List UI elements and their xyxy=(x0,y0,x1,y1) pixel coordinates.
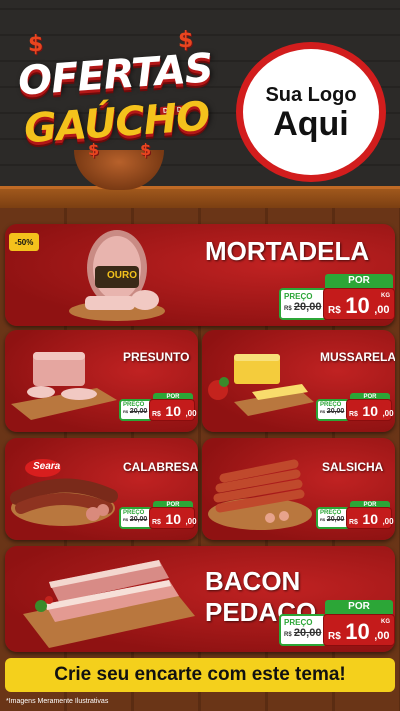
price-new: R$ 10 ,00 xyxy=(149,399,197,421)
unit-label: KG xyxy=(381,619,390,625)
presunto-image xyxy=(11,352,117,420)
dollar-sign-icon: $ xyxy=(140,140,152,159)
old-currency: R$ xyxy=(284,306,292,312)
price-por-label: POR xyxy=(325,600,393,614)
price-integer: 10 xyxy=(362,511,378,527)
bacon-image xyxy=(23,560,195,648)
cta-banner[interactable]: Crie seu encarte com este tema! xyxy=(5,658,395,692)
product-card-bacon[interactable]: BACON PEDAÇO POR PREÇO R$ 20,00 R$ 10 ,0… xyxy=(5,546,395,652)
price-decimal: ,00 xyxy=(185,517,197,526)
price-integer: 10 xyxy=(165,403,181,419)
price-new: R$ 10 ,00 xyxy=(149,507,197,529)
brand-label: OURO xyxy=(107,270,137,281)
price-label: PREÇO xyxy=(284,292,313,301)
old-price: 20,00 xyxy=(293,301,322,313)
price-new: R$ 10 ,00 KG xyxy=(323,288,395,320)
product-card-mortadela[interactable]: OURO MORTADELA POR PREÇO R$ 20,00 R$ 10 … xyxy=(5,224,395,326)
product-card-presunto[interactable]: PRESUNTO POR PREÇO R$ 20,00 R$ 10 ,00 xyxy=(5,330,198,432)
old-price: 20,00 xyxy=(326,408,345,415)
price-integer: 10 xyxy=(165,511,181,527)
product-card-mussarela[interactable]: MUSSARELA POR PREÇO R$ 20,00 R$ 10 ,00 xyxy=(202,330,395,432)
currency-label: R$ xyxy=(349,519,358,526)
wood-shelf xyxy=(0,186,400,208)
product-card-salsicha[interactable]: SALSICHA POR PREÇO R$ 20,00 R$ 10 ,00 xyxy=(202,438,395,540)
old-currency: R$ xyxy=(320,409,326,414)
currency-label: R$ xyxy=(152,411,161,418)
old-price: 20,00 xyxy=(129,408,148,415)
product-name: PRESUNTO xyxy=(123,350,190,364)
logo-placeholder[interactable]: Sua Logo Aqui xyxy=(236,42,386,182)
currency-label: R$ xyxy=(349,411,358,418)
dollar-sign-icon: $ xyxy=(88,140,100,159)
price-decimal: ,00 xyxy=(382,517,394,526)
price-integer: 10 xyxy=(345,293,370,318)
currency-label: R$ xyxy=(328,631,341,642)
dollar-sign-icon: $ xyxy=(28,32,44,57)
product-name: SALSICHA xyxy=(322,460,384,474)
calabresa-image xyxy=(10,459,118,526)
price-decimal: ,00 xyxy=(374,630,390,642)
price-new: R$ 10 ,00 xyxy=(346,507,394,529)
currency-label: R$ xyxy=(152,519,161,526)
mussarela-image xyxy=(208,354,314,416)
price-por-label: POR xyxy=(325,274,393,288)
product-name: MORTADELA xyxy=(205,236,370,266)
disclaimer-text: *Imagens Meramente Ilustrativas xyxy=(6,698,109,705)
price-decimal: ,00 xyxy=(185,409,197,418)
price-old: PREÇO R$ 20,00 xyxy=(119,507,153,529)
price-integer: 10 xyxy=(345,619,370,644)
discount-badge: -50% xyxy=(9,233,39,251)
product-card-calabresa[interactable]: Seara CALABRESA POR PREÇO R$ 20,00 R$ 10… xyxy=(5,438,198,540)
price-old: PREÇO R$ 20,00 xyxy=(279,614,327,646)
price-new: R$ 10 ,00 KG xyxy=(323,614,395,646)
brand-label: Seara xyxy=(33,461,61,472)
product-name: CALABRESA xyxy=(123,460,198,474)
title-logo: $ $ OFERTAS DIA DO GAÚCHO $ $ xyxy=(12,22,217,190)
unit-label: KG xyxy=(381,293,390,299)
old-currency: R$ xyxy=(123,409,129,414)
price-old: PREÇO R$ 20,00 xyxy=(316,399,350,421)
logo-text-line1: Sua Logo xyxy=(265,83,357,106)
price-old: PREÇO R$ 20,00 xyxy=(279,288,327,320)
price-label: PREÇO xyxy=(284,618,313,627)
old-price: 20,00 xyxy=(129,516,148,523)
price-old: PREÇO R$ 20,00 xyxy=(316,507,350,529)
salsicha-image xyxy=(208,459,312,530)
logo-text-line2: Aqui xyxy=(273,104,349,143)
price-integer: 10 xyxy=(362,403,378,419)
price-decimal: ,00 xyxy=(382,409,394,418)
old-price: 20,00 xyxy=(326,516,345,523)
currency-label: R$ xyxy=(328,305,341,316)
old-price: 20,00 xyxy=(293,627,322,639)
old-currency: R$ xyxy=(123,517,129,522)
price-old: PREÇO R$ 20,00 xyxy=(119,399,153,421)
old-currency: R$ xyxy=(284,632,292,638)
product-name: MUSSARELA xyxy=(320,350,395,364)
old-currency: R$ xyxy=(320,517,326,522)
price-new: R$ 10 ,00 xyxy=(346,399,394,421)
price-decimal: ,00 xyxy=(374,304,390,316)
